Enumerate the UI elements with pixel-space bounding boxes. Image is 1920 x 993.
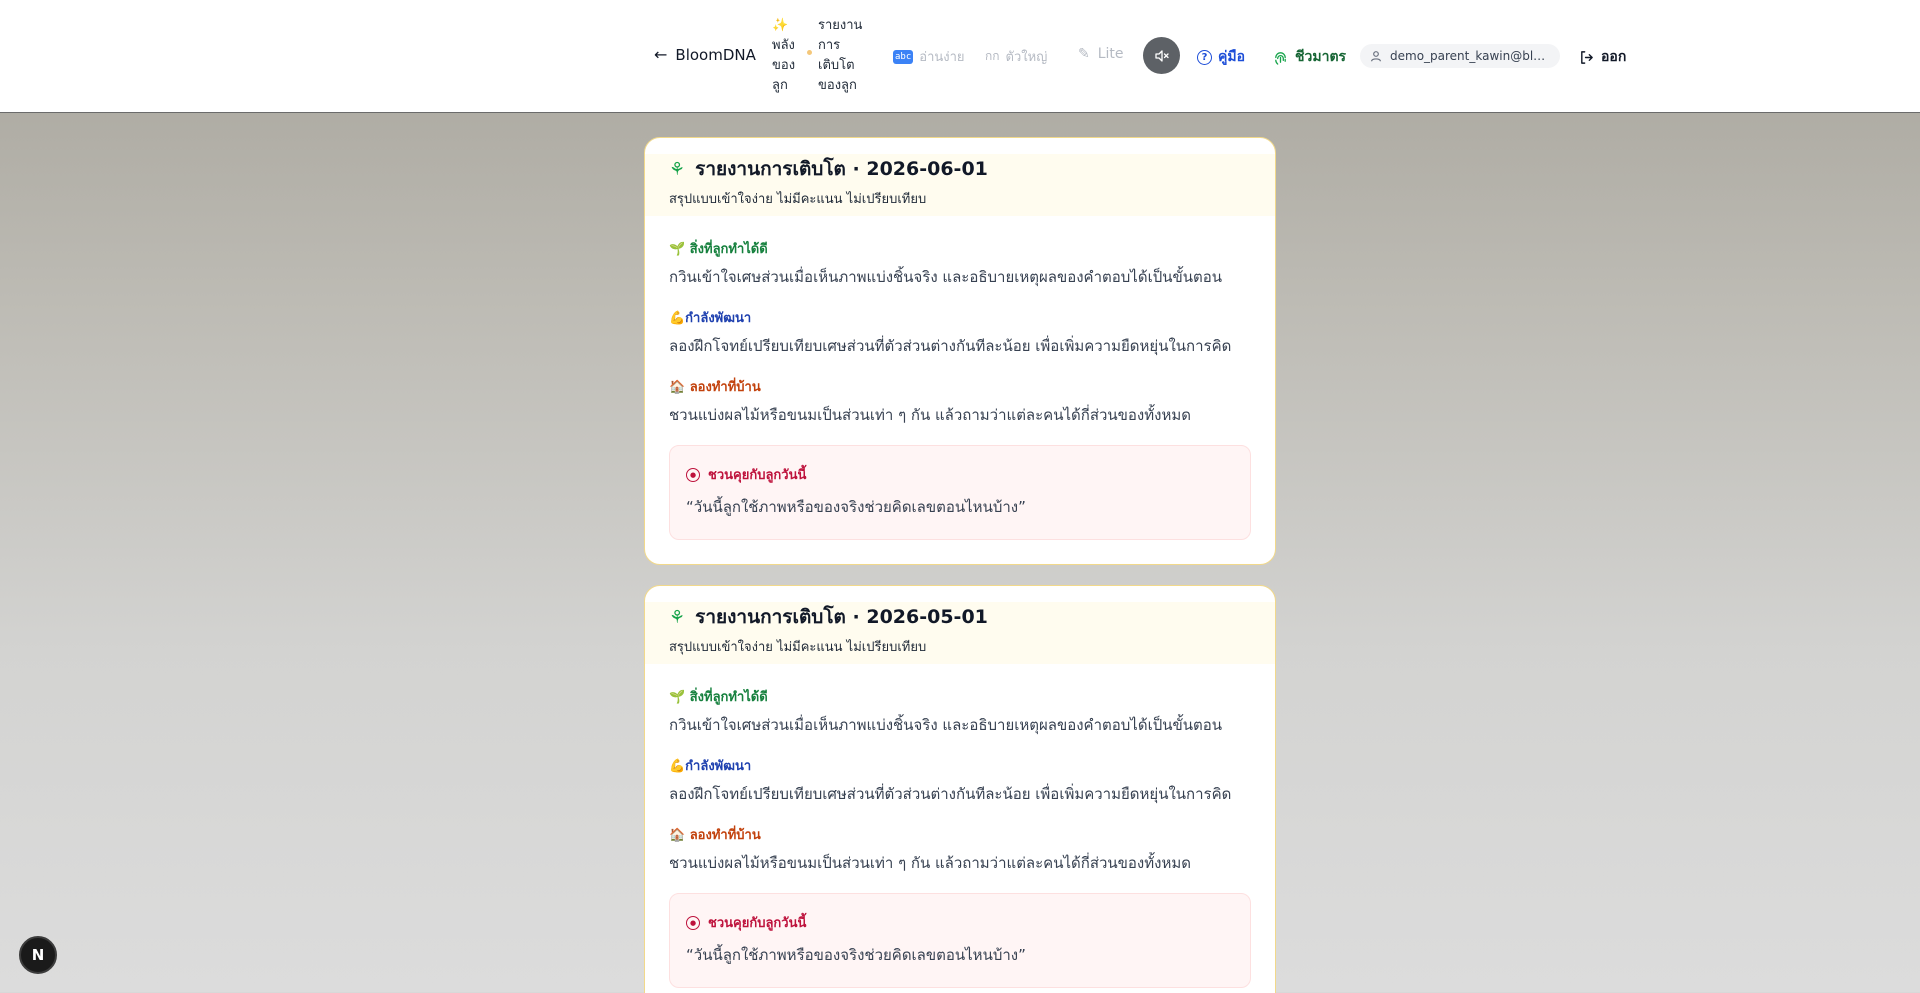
fingerprint-icon	[1275, 51, 1286, 65]
user-account-chip[interactable]: demo_parent_kawin@bloomdna.app	[1360, 44, 1560, 68]
abc-icon: abc	[893, 49, 914, 64]
big-font-label: ตัวใหญ่	[1005, 50, 1048, 65]
section-strengths: 🌱 สิ่งที่ลูกทำได้ดี กวินเข้าใจเศษส่วนเมื…	[669, 238, 1251, 289]
growth-report-card: ⚘ รายงานการเติบโต · 2026-06-01 สรุปแบบเข…	[644, 137, 1276, 565]
card-title: ⚘ รายงานการเติบโต · 2026-05-01	[669, 602, 1251, 632]
strengths-text: กวินเข้าใจเศษส่วนเมื่อเห็นภาพแบ่งชิ้นจริ…	[669, 716, 1222, 734]
brand-label: BloomDNA	[675, 45, 756, 64]
chat-bubble-icon: ●	[686, 915, 700, 930]
conversation-prompt-box: ● ชวนคุยกับลูกวันนี้ “วันนี้ลูกใช้ภาพหรื…	[669, 445, 1251, 540]
try-at-home-text: ชวนแบ่งผลไม้หรือขนมเป็นส่วนเท่า ๆ กัน แล…	[669, 854, 1191, 872]
strengths-heading: 🌱 สิ่งที่ลูกทำได้ดี	[669, 242, 768, 257]
conversation-question: “วันนี้ลูกใช้ภาพหรือของจริงช่วยคิดเลขตอน…	[686, 498, 1026, 516]
lite-mode-toggle[interactable]: ✎ Lite	[1078, 46, 1124, 62]
developing-text: ลองฝึกโจทย์เปรียบเทียบเศษส่วนที่ตัวส่วนต…	[669, 785, 1232, 803]
conversation-heading-label: ชวนคุยกับลูกวันนี้	[708, 468, 807, 483]
sprout-icon: ⚘	[669, 158, 686, 180]
guide-link[interactable]: ? คู่มือ	[1197, 46, 1245, 68]
growth-report-card: ⚘ รายงานการเติบโต · 2026-05-01 สรุปแบบเข…	[644, 585, 1276, 993]
help-circle-icon: ?	[1197, 49, 1212, 65]
card-title: ⚘ รายงานการเติบโต · 2026-06-01	[669, 154, 1251, 184]
big-font-toggle[interactable]: กก ตัวใหญ่	[985, 46, 1047, 67]
conversation-prompt-heading: ● ชวนคุยกับลูกวันนี้	[686, 464, 1234, 485]
tab-child-strength[interactable]: ✨ พลังของลูก	[772, 16, 806, 96]
easy-read-toggle[interactable]: abc อ่านง่าย	[893, 46, 965, 67]
arrow-left-icon: ←	[654, 45, 668, 64]
font-size-icon: กก	[985, 49, 1000, 63]
speaker-mute-icon	[1154, 49, 1169, 62]
conversation-heading-label: ชวนคุยกับลูกวันนี้	[708, 916, 807, 931]
strengths-heading: 🌱 สิ่งที่ลูกทำได้ดี	[669, 690, 768, 705]
report-title: รายงานการเติบโต · 2026-06-01	[695, 158, 988, 180]
section-try-at-home: 🏠 ลองทำที่บ้าน ชวนแบ่งผลไม้หรือขนมเป็นส่…	[669, 824, 1251, 875]
top-navigation-bar: ← BloomDNA ✨ พลังของลูก รายงานการเติบโตข…	[0, 0, 1920, 113]
biometric-link[interactable]: ชีวมาตร	[1273, 46, 1346, 68]
back-button[interactable]: ← BloomDNA	[654, 45, 756, 64]
biometric-label: ชีวมาตร	[1295, 49, 1347, 65]
developing-heading: 💪กำลังพัฒนา	[669, 759, 752, 774]
try-at-home-heading: 🏠 ลองทำที่บ้าน	[669, 380, 761, 395]
logout-button[interactable]: ออก	[1579, 46, 1626, 68]
card-header: ⚘ รายงานการเติบโต · 2026-06-01 สรุปแบบเข…	[645, 154, 1275, 216]
tab-growth-report[interactable]: รายงานการเติบโตของลูก	[818, 16, 868, 96]
section-developing: 💪กำลังพัฒนา ลองฝึกโจทย์เปรียบเทียบเศษส่ว…	[669, 755, 1251, 806]
report-subtitle: สรุปแบบเข้าใจง่าย ไม่มีคะแนน ไม่เปรียบเท…	[669, 640, 927, 655]
developing-text: ลองฝึกโจทย์เปรียบเทียบเศษส่วนที่ตัวส่วนต…	[669, 337, 1232, 355]
try-at-home-heading: 🏠 ลองทำที่บ้าน	[669, 828, 761, 843]
mute-button[interactable]	[1143, 37, 1180, 74]
feather-icon: ✎	[1078, 46, 1090, 62]
try-at-home-text: ชวนแบ่งผลไม้หรือขนมเป็นส่วนเท่า ๆ กัน แล…	[669, 406, 1191, 424]
conversation-question: “วันนี้ลูกใช้ภาพหรือของจริงช่วยคิดเลขตอน…	[686, 946, 1026, 964]
section-strengths: 🌱 สิ่งที่ลูกทำได้ดี กวินเข้าใจเศษส่วนเมื…	[669, 686, 1251, 737]
nav-container: ← BloomDNA ✨ พลังของลูก รายงานการเติบโตข…	[0, 0, 1920, 113]
lite-label: Lite	[1097, 46, 1124, 62]
sprout-icon: ⚘	[669, 606, 686, 628]
user-email: demo_parent_kawin@bloomdna.app	[1390, 49, 1548, 63]
section-developing: 💪กำลังพัฒนา ลองฝึกโจทย์เปรียบเทียบเศษส่ว…	[669, 307, 1251, 358]
section-try-at-home: 🏠 ลองทำที่บ้าน ชวนแบ่งผลไม้หรือขนมเป็นส่…	[669, 376, 1251, 427]
tab-separator-dot	[807, 50, 812, 55]
strengths-text: กวินเข้าใจเศษส่วนเมื่อเห็นภาพแบ่งชิ้นจริ…	[669, 268, 1222, 286]
guide-label: คู่มือ	[1218, 49, 1246, 65]
conversation-prompt-heading: ● ชวนคุยกับลูกวันนี้	[686, 912, 1234, 933]
user-icon	[1370, 51, 1382, 62]
developing-heading: 💪กำลังพัฒนา	[669, 311, 752, 326]
conversation-prompt-box: ● ชวนคุยกับลูกวันนี้ “วันนี้ลูกใช้ภาพหรื…	[669, 893, 1251, 988]
card-body: 🌱 สิ่งที่ลูกทำได้ดี กวินเข้าใจเศษส่วนเมื…	[645, 664, 1275, 993]
easy-read-label: อ่านง่าย	[919, 50, 965, 65]
report-list: ⚘ รายงานการเติบโต · 2026-06-01 สรุปแบบเข…	[644, 137, 1276, 993]
card-body: 🌱 สิ่งที่ลูกทำได้ดี กวินเข้าใจเศษส่วนเมื…	[645, 216, 1275, 564]
logout-icon	[1581, 50, 1593, 64]
card-header: ⚘ รายงานการเติบโต · 2026-05-01 สรุปแบบเข…	[645, 602, 1275, 664]
logout-label: ออก	[1601, 49, 1627, 65]
dev-tools-badge[interactable]: N	[19, 936, 57, 974]
chat-bubble-icon: ●	[686, 467, 700, 482]
report-title: รายงานการเติบโต · 2026-05-01	[695, 606, 988, 628]
report-subtitle: สรุปแบบเข้าใจง่าย ไม่มีคะแนน ไม่เปรียบเท…	[669, 192, 927, 207]
